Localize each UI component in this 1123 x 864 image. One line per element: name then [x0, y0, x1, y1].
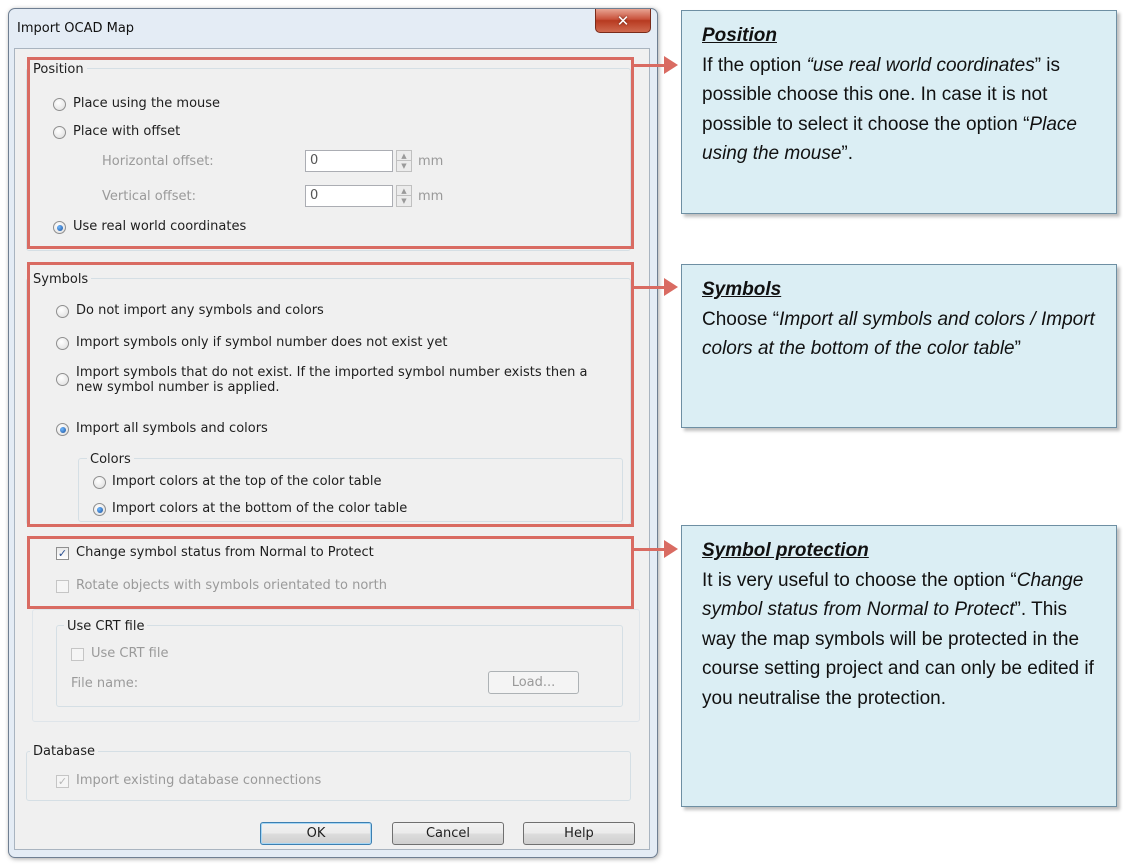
- dialog-title: Import OCAD Map: [17, 21, 135, 36]
- symbols-arrow-icon: [664, 278, 678, 296]
- protection-arrow-line: [634, 548, 664, 551]
- ok-button[interactable]: OK: [260, 822, 372, 845]
- protection-callout-text: It is very useful to choose the option “…: [702, 569, 1094, 709]
- protection-callout-title: Symbol protection: [702, 540, 869, 561]
- close-icon: ✕: [616, 11, 630, 30]
- close-button[interactable]: ✕: [595, 9, 651, 33]
- help-button[interactable]: Help: [523, 822, 635, 845]
- protection-callout: Symbol protection It is very useful to c…: [681, 525, 1117, 807]
- import-connections-checkbox[interactable]: ✓: [56, 775, 69, 788]
- position-callout-title: Position: [702, 25, 777, 46]
- protection-arrow-icon: [664, 540, 678, 558]
- symbols-arrow-line: [634, 286, 664, 289]
- import-options-group: [32, 609, 640, 722]
- symbols-callout: Symbols Choose “Import all symbols and c…: [681, 264, 1117, 428]
- position-arrow-line: [634, 64, 664, 67]
- symbols-highlight: [27, 262, 634, 527]
- cancel-button[interactable]: Cancel: [392, 822, 504, 845]
- symbols-callout-title: Symbols: [702, 279, 782, 300]
- position-highlight: [27, 57, 634, 249]
- database-group-label: Database: [30, 744, 99, 759]
- position-callout: Position If the option “use real world c…: [681, 10, 1117, 214]
- import-connections-label: Import existing database connections: [76, 773, 322, 788]
- symbols-callout-text: Choose “Import all symbols and colors / …: [702, 308, 1095, 360]
- position-arrow-icon: [664, 56, 678, 74]
- protection-highlight: [27, 536, 634, 609]
- position-callout-text: If the option “use real world coordinate…: [702, 54, 1077, 165]
